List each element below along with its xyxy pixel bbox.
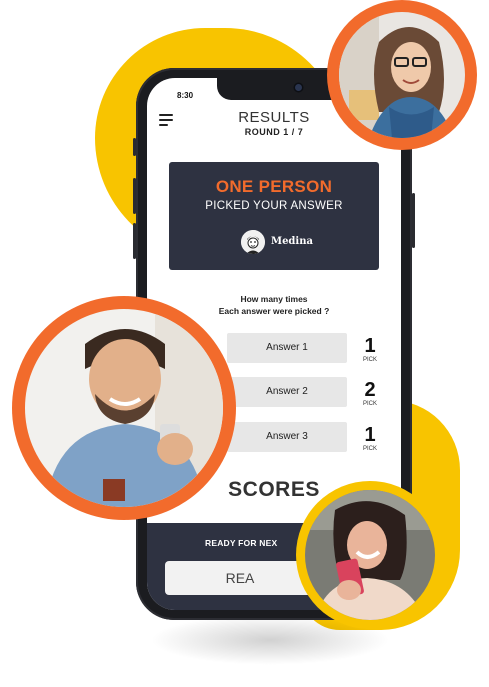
result-headline: ONE PERSON [215,177,333,196]
volume-down-button [133,223,136,259]
power-button [412,193,415,248]
player-photo-man-left [25,309,223,507]
answer-3-bar: Answer 3 [227,422,347,452]
answer-1-pick-label: PICK [362,357,377,363]
player-avatar [241,230,265,254]
front-camera-icon [295,84,302,91]
answer-3-pick-label: PICK [362,446,377,452]
answer-2-pick-label: PICK [362,401,377,407]
answer-1-count: 1 [364,335,376,357]
ready-button[interactable]: REA [165,561,315,595]
ready-prompt: READY FOR NEX [205,538,278,548]
answer-1-bar: Answer 1 [227,333,347,363]
answer-2-count: 2 [364,379,376,401]
stats-question-line1: How many times [240,294,308,304]
mute-switch [133,138,136,156]
player-photo-girl-bottom [305,490,435,620]
player-photo-woman-top [339,12,465,138]
player-name: Medina [271,236,313,247]
answer-3-count: 1 [364,424,376,446]
answer-2-bar: Answer 2 [227,377,347,407]
status-time: 8:30 [177,91,194,100]
result-card: ONE PERSON PICKED YOUR ANSWER Medina [169,162,379,270]
result-subline: PICKED YOUR ANSWER [205,200,343,212]
volume-up-button [133,178,136,214]
